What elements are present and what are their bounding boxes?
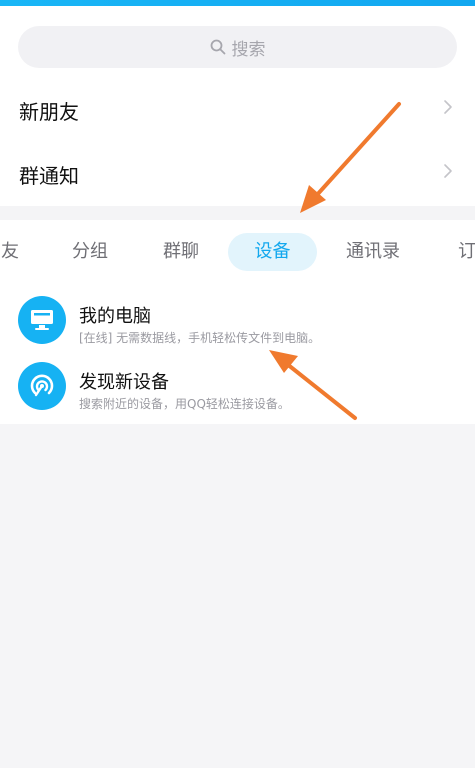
empty-area (0, 424, 475, 768)
search-icon (210, 39, 225, 55)
new-friends-row[interactable]: 新朋友 (0, 79, 475, 141)
device-title: 发现新设备 (79, 372, 169, 393)
chevron-right-icon (444, 100, 452, 114)
group-notice-row[interactable]: 群通知 (0, 143, 475, 205)
new-friends-label: 新朋友 (19, 99, 79, 124)
tab-address-book[interactable]: 通讯录 (340, 233, 406, 271)
tab-friends[interactable]: 友 (0, 233, 22, 271)
section-divider (0, 206, 475, 220)
tab-group-chats[interactable]: 群聊 (153, 233, 209, 271)
device-subtitle: 搜索附近的设备，用QQ轻松连接设备。 (79, 397, 290, 411)
tab-groups-category[interactable]: 分组 (62, 233, 118, 271)
search-placeholder: 搜索 (231, 39, 266, 60)
radar-icon (18, 362, 66, 410)
device-subtitle: [在线] 无需数据线，手机轻松传文件到电脑。 (79, 331, 321, 345)
device-list: 我的电脑 [在线] 无需数据线，手机轻松传文件到电脑。 发现新设备 搜索附近的设… (0, 284, 475, 424)
tab-devices[interactable]: 设备 (228, 233, 317, 271)
search-bar[interactable]: 搜索 (18, 26, 457, 68)
computer-icon (18, 296, 66, 344)
chevron-right-icon (444, 164, 452, 178)
tab-subscriptions[interactable]: 订 (452, 233, 475, 271)
list-item-find-device[interactable]: 发现新设备 搜索附近的设备，用QQ轻松连接设备。 (0, 354, 475, 420)
group-notice-label: 群通知 (19, 163, 79, 188)
contact-tabs: 友 分组 群聊 设备 通讯录 订 (0, 220, 475, 284)
list-item-my-computer[interactable]: 我的电脑 [在线] 无需数据线，手机轻松传文件到电脑。 (0, 288, 475, 354)
device-title: 我的电脑 (79, 306, 151, 327)
